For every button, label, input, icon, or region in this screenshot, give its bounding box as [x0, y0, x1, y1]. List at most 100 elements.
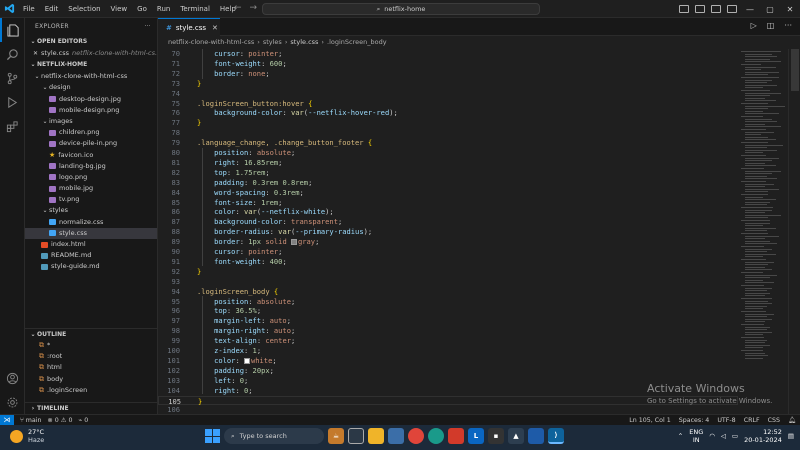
outlook-icon[interactable] — [528, 428, 544, 444]
timeline-header[interactable]: › TIMELINE — [25, 403, 157, 414]
code-line[interactable]: 83 padding: 0.3rem 0.8rem; — [158, 178, 738, 188]
menu-item-file[interactable]: File — [18, 0, 40, 18]
code-line[interactable]: 87 background-color: transparent; — [158, 217, 738, 227]
volume-icon[interactable]: ◁ — [721, 432, 726, 440]
file-item[interactable]: tv.png — [25, 194, 157, 205]
minimap[interactable] — [738, 49, 788, 414]
menu-item-selection[interactable]: Selection — [63, 0, 105, 18]
notifications-icon[interactable]: ▤ — [788, 432, 794, 440]
code-line[interactable]: 86 color: var(--netflix-white); — [158, 207, 738, 217]
file-item[interactable]: style.css — [25, 227, 157, 239]
code-line[interactable]: 78 — [158, 128, 738, 138]
code-line[interactable]: 97 margin-left: auto; — [158, 316, 738, 326]
edge-icon[interactable] — [428, 428, 444, 444]
file-explorer-icon[interactable] — [368, 428, 384, 444]
linkedin-icon[interactable]: L — [468, 428, 484, 444]
code-line[interactable]: 82 top: 1.75rem; — [158, 168, 738, 178]
code-line[interactable]: 71 font-weight: 600; — [158, 59, 738, 69]
code-line[interactable]: 77} — [158, 118, 738, 128]
code-line[interactable]: 80 position: absolute; — [158, 148, 738, 158]
code-line[interactable]: 98 margin-right: auto; — [158, 326, 738, 336]
more-actions-icon[interactable]: ··· — [784, 21, 792, 30]
tab-style-css[interactable]: # style.css ✕ — [158, 18, 220, 36]
code-line[interactable]: 100 z-index: 1; — [158, 346, 738, 356]
problems-status[interactable]: ⊗ 0 ⚠ 0 — [48, 417, 73, 424]
source-control-icon[interactable] — [0, 66, 25, 90]
menu-item-terminal[interactable]: Terminal — [175, 0, 215, 18]
outline-item[interactable]: ⧉ html — [25, 362, 157, 373]
language-indicator[interactable]: ENG IN — [689, 428, 703, 444]
file-item[interactable]: landing-bg.jpg — [25, 161, 157, 172]
editor-scrollbar[interactable] — [788, 49, 800, 414]
code-line[interactable]: 70 cursor: pointer; — [158, 49, 738, 59]
code-editor[interactable]: 70 cursor: pointer; 71 font-weight: 600; 7… — [158, 49, 738, 414]
menu-item-go[interactable]: Go — [132, 0, 152, 18]
folder-item[interactable]: ⌄ styles — [25, 205, 157, 216]
weather-widget[interactable]: 27°C Haze — [10, 428, 44, 444]
run-debug-icon[interactable] — [0, 90, 25, 114]
breadcrumb-item[interactable]: .loginScreen_body — [327, 38, 387, 46]
file-item[interactable]: desktop-design.jpg — [25, 94, 157, 105]
file-item[interactable]: mobile.jpg — [25, 183, 157, 194]
branch-status[interactable]: ⑂ main — [20, 417, 42, 424]
code-line[interactable]: 99 text-align: center; — [158, 336, 738, 346]
code-line[interactable]: 89 border: 1px solid gray; — [158, 237, 738, 247]
store-icon[interactable] — [388, 428, 404, 444]
file-item[interactable]: logo.png — [25, 172, 157, 183]
maximize-icon[interactable]: ▢ — [760, 5, 780, 14]
breadcrumb-item[interactable]: styles — [263, 38, 282, 46]
office-icon[interactable] — [448, 428, 464, 444]
terminal-icon[interactable]: ▪ — [488, 428, 504, 444]
open-editor-item[interactable]: ✕ style.css netflix-clone-with-html-cs..… — [25, 48, 157, 59]
chevron-up-icon[interactable]: ⌃ — [678, 432, 683, 440]
code-line[interactable]: 91 font-weight: 400; — [158, 257, 738, 267]
clock[interactable]: 12:52 20-01-2024 — [744, 428, 782, 444]
menu-item-run[interactable]: Run — [152, 0, 175, 18]
outline-item[interactable]: ⧉ .loginScreen — [25, 385, 157, 396]
forward-arrow-icon[interactable]: → — [250, 3, 258, 13]
customize-layout-icon[interactable] — [727, 5, 737, 13]
extensions-icon[interactable] — [0, 114, 25, 138]
folder-item[interactable]: ⌄ netflix-clone-with-html-css — [25, 71, 157, 82]
code-line[interactable]: 73} — [158, 79, 738, 89]
outline-item[interactable]: ⧉ * — [25, 340, 157, 351]
color-swatch[interactable] — [244, 357, 250, 364]
code-line[interactable]: 90 cursor: pointer; — [158, 247, 738, 257]
vscode-taskbar-icon[interactable]: ⟩ — [548, 428, 564, 444]
explorer-icon[interactable] — [0, 18, 25, 42]
code-line[interactable]: 101 color: white; — [158, 356, 738, 366]
command-center[interactable]: ⌕ netflix-home — [262, 3, 540, 15]
file-item[interactable]: index.html — [25, 239, 157, 250]
scroll-thumb[interactable] — [791, 49, 799, 91]
menu-item-view[interactable]: View — [106, 0, 133, 18]
breadcrumb-item[interactable]: netflix-clone-with-html-css — [168, 38, 254, 46]
code-line[interactable]: 76 background-color: var(--netflix-hover… — [158, 108, 738, 118]
file-item[interactable]: normalize.css — [25, 217, 157, 228]
chrome-icon[interactable] — [408, 428, 424, 444]
outline-header[interactable]: ⌄OUTLINE — [25, 328, 157, 340]
code-line[interactable]: 102 padding: 20px; — [158, 366, 738, 376]
file-item[interactable]: children.png — [25, 127, 157, 138]
search-icon[interactable] — [0, 42, 25, 66]
toggle-sidebar-icon[interactable] — [679, 5, 689, 13]
battery-icon[interactable]: ▭ — [732, 432, 738, 440]
code-line[interactable]: 79 .language_change, .change_button_foote… — [158, 138, 738, 148]
windows-start-icon[interactable] — [204, 428, 220, 444]
menu-item-edit[interactable]: Edit — [40, 0, 64, 18]
settings-gear-icon[interactable] — [0, 390, 25, 414]
close-icon[interactable]: ✕ — [33, 48, 38, 59]
code-line[interactable]: 88 border-radius: var(--primary-radius); — [158, 227, 738, 237]
color-swatch[interactable] — [291, 239, 297, 246]
more-actions-icon[interactable]: ··· — [144, 18, 151, 36]
back-arrow-icon[interactable]: ← — [234, 3, 242, 13]
task-view-icon[interactable] — [348, 428, 364, 444]
code-line[interactable]: 72 border: none; — [158, 69, 738, 79]
close-icon[interactable]: ✕ — [780, 5, 800, 14]
remote-icon[interactable]: ⋊ — [0, 414, 14, 426]
split-editor-icon[interactable]: ◫ — [767, 21, 775, 30]
code-line[interactable]: 95 position: absolute; — [158, 297, 738, 307]
wifi-icon[interactable]: ◠ — [709, 432, 715, 440]
outline-item[interactable]: ⧉ body — [25, 374, 157, 385]
run-icon[interactable]: ▷ — [751, 21, 757, 30]
code-line[interactable]: 84 word-spacing: 0.3rem; — [158, 188, 738, 198]
